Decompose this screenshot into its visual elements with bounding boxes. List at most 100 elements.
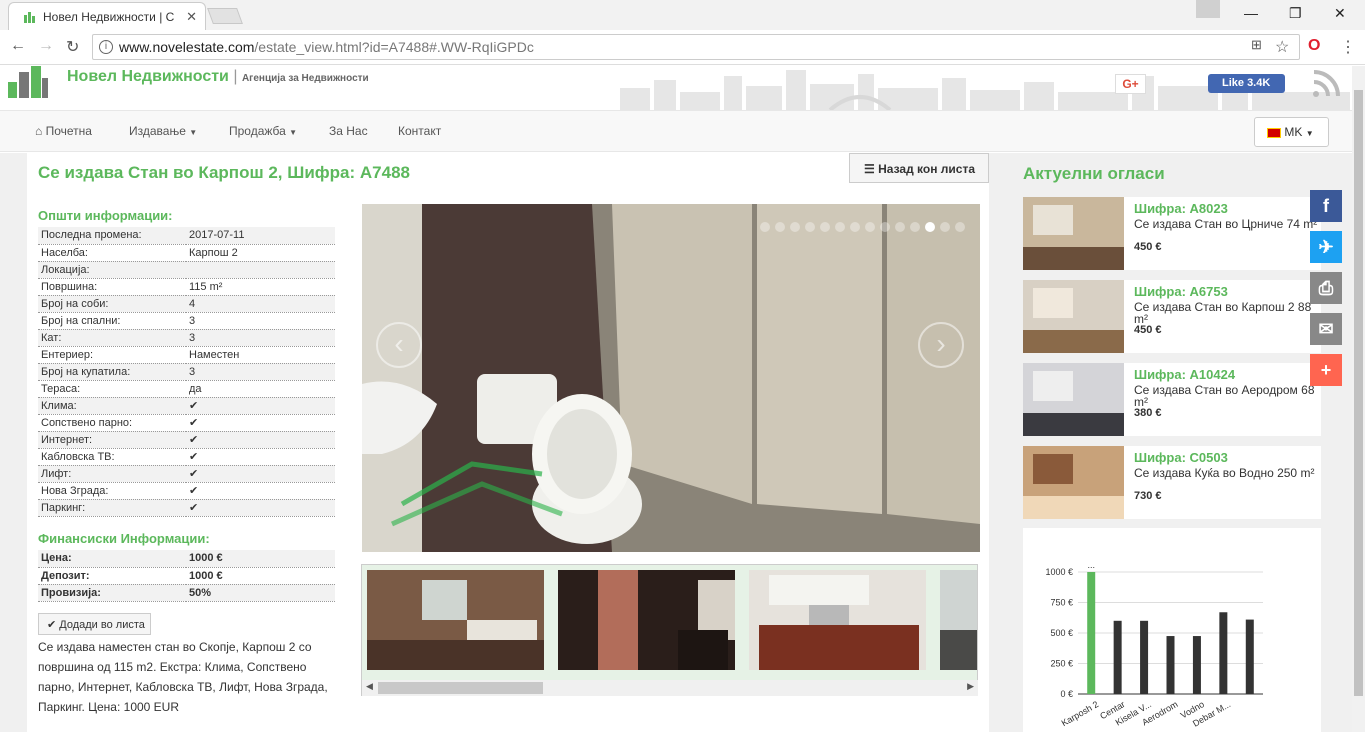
new-tab-button[interactable]: [207, 8, 243, 24]
add-to-list-button[interactable]: ✔ Додади во листа: [38, 613, 151, 635]
listing-card[interactable]: Шифра: A8023 Се издава Стан во Црниче 74 …: [1023, 197, 1321, 270]
listing-card-photo[interactable]: [1023, 446, 1124, 519]
listing-card-photo[interactable]: [1023, 280, 1124, 353]
carousel-dot[interactable]: [955, 222, 965, 232]
listing-card-code[interactable]: Шифра: A10424: [1134, 367, 1235, 382]
thumbnail-strip: [361, 564, 978, 696]
carousel-dot[interactable]: [880, 222, 890, 232]
listing-card[interactable]: Шифра: A6753 Се издава Стан во Карпош 2 8…: [1023, 280, 1321, 353]
chart-y-tick: 250 €: [1050, 659, 1073, 669]
info-row: Провизија: 50%: [38, 584, 335, 602]
carousel-prev-button[interactable]: ‹: [376, 322, 422, 368]
carousel-dot[interactable]: [895, 222, 905, 232]
thumbnail[interactable]: [558, 570, 735, 670]
nav-contact[interactable]: Контакт: [398, 124, 441, 138]
opera-icon[interactable]: O: [1308, 37, 1320, 55]
page-scroll-thumb[interactable]: [1354, 90, 1363, 696]
more-share-icon[interactable]: +: [1310, 354, 1342, 386]
info-label: Клима:: [38, 397, 186, 415]
chart-bar[interactable]: [1113, 620, 1122, 694]
thumbnail[interactable]: [940, 570, 977, 670]
url-path: /estate_view.html?id=A7488#.WW-RqIiGPDc: [254, 39, 534, 55]
carousel-dot[interactable]: [775, 222, 785, 232]
info-row: Број на купатила: 3: [38, 363, 335, 381]
bookmark-star-icon[interactable]: ☆: [1275, 37, 1289, 57]
twitter-share-icon[interactable]: ✈: [1310, 231, 1342, 263]
chart-bar[interactable]: [1140, 620, 1149, 694]
carousel-dot[interactable]: [865, 222, 875, 232]
reload-icon[interactable]: ↻: [66, 37, 79, 57]
listing-card-code[interactable]: Шифра: A6753: [1134, 284, 1228, 299]
close-window-icon[interactable]: ✕: [1334, 5, 1346, 22]
info-value: 50%: [186, 584, 335, 602]
financial-info-table: Цена: 1000 € Депозит: 1000 € Провизија: 50%: [38, 550, 335, 602]
thumbnail-scroll-thumb[interactable]: [378, 682, 543, 694]
info-row: Нова Зграда: ✔: [38, 482, 335, 500]
listing-card-photo[interactable]: [1023, 197, 1124, 270]
listing-card-title: Се издава Стан во Црниче 74 m²: [1134, 217, 1318, 231]
minimize-icon[interactable]: —: [1244, 5, 1258, 21]
info-label: Паркинг:: [38, 499, 186, 517]
back-arrow-icon[interactable]: ←: [10, 37, 26, 55]
info-row: Површина: 115 m²: [38, 278, 335, 296]
chart-bar[interactable]: [1166, 636, 1175, 694]
browser-menu-icon[interactable]: ⋮: [1340, 37, 1356, 57]
thumbnail[interactable]: [749, 570, 926, 670]
forward-arrow-icon[interactable]: →: [38, 37, 54, 55]
google-plus-button[interactable]: G+: [1115, 74, 1146, 94]
listing-title: Се издава Стан во Карпош 2, Шифра: A7488: [38, 163, 410, 182]
print-icon[interactable]: ⎙: [1310, 272, 1342, 304]
page-scrollbar[interactable]: [1352, 66, 1365, 732]
info-value: 3: [186, 329, 335, 347]
carousel-indicators: [760, 219, 970, 237]
translate-icon[interactable]: ⊞: [1251, 37, 1262, 53]
nav-sale[interactable]: Продажба ▼: [229, 124, 297, 138]
info-value: ✔: [186, 414, 335, 432]
chart-bar[interactable]: [1245, 619, 1254, 694]
nav-rent[interactable]: Издавање ▼: [129, 124, 197, 138]
info-label: Број на спални:: [38, 312, 186, 330]
listing-card-code[interactable]: Шифра: C0503: [1134, 450, 1228, 465]
facebook-share-icon[interactable]: f: [1310, 190, 1342, 222]
maximize-icon[interactable]: ❐: [1289, 5, 1302, 22]
carousel-dot[interactable]: [835, 222, 845, 232]
listing-card[interactable]: Шифра: C0503 Се издава Куќа во Водно 250 …: [1023, 446, 1321, 519]
main-photo[interactable]: [362, 204, 980, 552]
listing-card-code[interactable]: Шифра: A8023: [1134, 201, 1228, 216]
email-share-icon[interactable]: ✉: [1310, 313, 1342, 345]
carousel-dot[interactable]: [925, 222, 935, 232]
thumbnail[interactable]: [367, 570, 544, 670]
site-brand[interactable]: Новел Недвижности | Агенција за Недвижно…: [67, 68, 369, 86]
language-select[interactable]: MK ▼: [1254, 117, 1329, 147]
carousel-dot[interactable]: [760, 222, 770, 232]
main-navbar: ⌂ Почетна Издавање ▼ Продажба ▼ За Нас К…: [0, 110, 1352, 152]
carousel-dot[interactable]: [790, 222, 800, 232]
carousel-dot[interactable]: [910, 222, 920, 232]
listing-card-photo[interactable]: [1023, 363, 1124, 436]
price-chart: 0 €250 €500 €750 €1000 €... Karposh 2 Cent…: [1023, 528, 1321, 732]
thumbnail-scrollbar[interactable]: ◀ ▶: [362, 680, 978, 696]
carousel-dot[interactable]: [850, 222, 860, 232]
carousel-dot[interactable]: [805, 222, 815, 232]
back-to-list-button[interactable]: ☰ Назад кон листа: [849, 153, 989, 183]
chart-bar[interactable]: [1219, 612, 1228, 694]
listing-card[interactable]: Шифра: A10424 Се издава Стан во Аеродром …: [1023, 363, 1321, 436]
facebook-like-button[interactable]: Like 3.4K: [1208, 74, 1285, 93]
carousel-dot[interactable]: [820, 222, 830, 232]
url-input[interactable]: i www.novelestate.com/estate_view.html?i…: [92, 34, 1300, 60]
info-icon[interactable]: i: [99, 40, 113, 54]
scroll-right-icon[interactable]: ▶: [967, 681, 974, 692]
browser-tab[interactable]: Новел Недвижности | С ✕: [8, 2, 206, 30]
nav-home[interactable]: ⌂ Почетна: [35, 124, 92, 138]
carousel-dot[interactable]: [940, 222, 950, 232]
user-profile-icon[interactable]: [1196, 0, 1220, 18]
close-tab-icon[interactable]: ✕: [186, 9, 197, 25]
info-label: Број на купатила:: [38, 363, 186, 381]
nav-about[interactable]: За Нас: [329, 124, 368, 138]
carousel-next-button[interactable]: ›: [918, 322, 964, 368]
info-value: 115 m²: [186, 278, 335, 296]
scroll-left-icon[interactable]: ◀: [366, 681, 373, 692]
chart-bar[interactable]: [1192, 636, 1201, 694]
chart-bar[interactable]: [1087, 572, 1096, 694]
info-row: Интернет: ✔: [38, 431, 335, 449]
